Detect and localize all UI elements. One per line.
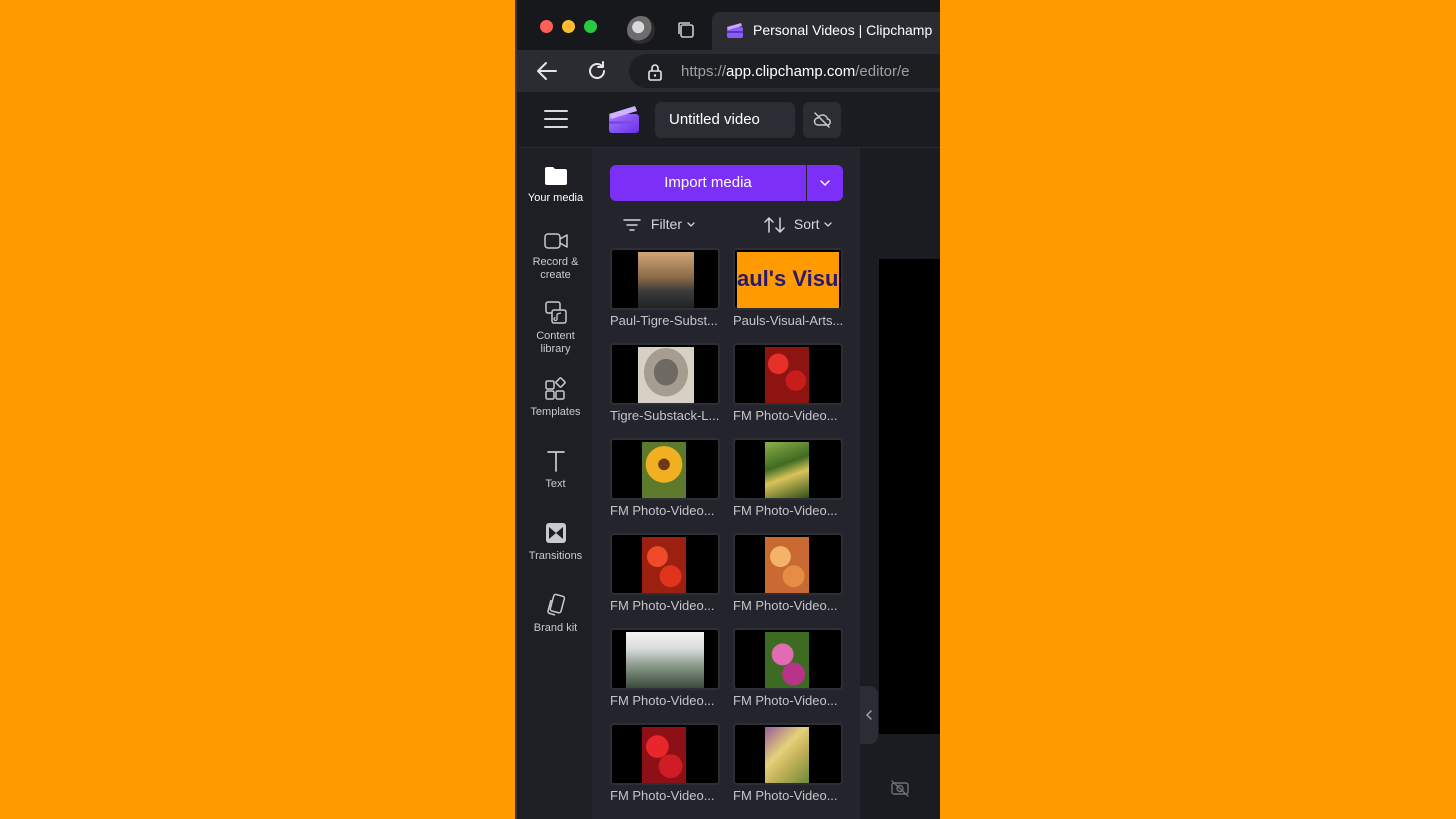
media-name: Paul-Tigre-Subst... [610, 313, 718, 328]
thumbnail-image [642, 537, 686, 593]
media-thumbnail[interactable] [610, 723, 720, 785]
media-thumbnail[interactable] [733, 628, 843, 690]
import-media-button[interactable]: Import media [610, 165, 806, 201]
media-name: FM Photo-Video... [733, 408, 838, 423]
url-field[interactable]: https://app.clipchamp.com/editor/e [629, 54, 940, 88]
nav-label: Brand kit [533, 622, 578, 634]
nav-label: Content library [536, 330, 575, 355]
media-thumbnail[interactable] [610, 248, 720, 310]
thumbnail-image [765, 632, 809, 688]
clipchamp-logo-icon [609, 106, 639, 133]
maximize-window-button[interactable] [584, 20, 597, 33]
media-thumbnail[interactable] [610, 533, 720, 595]
sort-button[interactable]: Sort [764, 212, 833, 236]
media-name: FM Photo-Video... [733, 693, 838, 708]
cloud-off-icon [813, 112, 831, 128]
video-title-field[interactable]: Untitled video [655, 102, 795, 138]
hamburger-menu-icon[interactable] [543, 108, 569, 130]
media-thumbnail[interactable] [610, 343, 720, 405]
thumbnail-image [765, 347, 809, 403]
address-bar: https://app.clipchamp.com/editor/e [517, 50, 940, 92]
nav-transitions[interactable]: Transitions [519, 520, 592, 563]
cloud-sync-button[interactable] [803, 102, 841, 138]
nav-label: Transitions [528, 550, 583, 562]
chevron-down-icon [687, 222, 695, 228]
media-panel: Import media Filter Sort Paul-Tigre-Subs… [592, 148, 860, 819]
back-arrow-icon[interactable] [535, 60, 559, 82]
media-thumbnail[interactable] [610, 438, 720, 500]
import-options-button[interactable] [807, 165, 843, 201]
media-name: FM Photo-Video... [733, 788, 838, 803]
thumbnail-text: aul's Visu [737, 266, 839, 291]
app-header: Untitled video [519, 92, 940, 148]
profile-avatar[interactable] [627, 16, 655, 44]
preview-area [860, 148, 940, 819]
nav-content-library[interactable]: Content library [519, 300, 592, 355]
minimize-window-button[interactable] [562, 20, 575, 33]
filter-label: Filter [650, 216, 683, 232]
url-text: https://app.clipchamp.com/editor/e [681, 63, 910, 80]
thumbnail-image [638, 347, 694, 403]
close-window-button[interactable] [540, 20, 553, 33]
thumbnail-image [626, 632, 704, 688]
chevron-down-icon [820, 180, 830, 187]
lock-icon[interactable] [647, 63, 663, 81]
thumbnail-image [765, 537, 809, 593]
chevron-down-icon [824, 222, 833, 228]
thumbnail-image [638, 252, 694, 308]
thumbnail-image [642, 442, 686, 498]
nav-record-create[interactable]: Record & create [519, 230, 592, 281]
nav-label: Templates [530, 406, 581, 418]
media-name: Pauls-Visual-Arts... [733, 313, 844, 328]
nav-label: Text [545, 478, 566, 490]
text-icon [546, 451, 565, 472]
media-thumbnail[interactable] [610, 628, 720, 690]
nav-text[interactable]: Text [519, 448, 592, 491]
thumbnail-image [765, 442, 809, 498]
thumbnail-image [765, 727, 809, 783]
media-name: FM Photo-Video... [610, 503, 715, 518]
video-preview-canvas[interactable] [879, 259, 940, 734]
sort-icon [764, 217, 785, 234]
media-thumbnail[interactable]: aul's Visu [733, 248, 843, 310]
tab-bar: Personal Videos | Clipchamp [517, 0, 940, 50]
media-name: Tigre-Substack-L... [610, 408, 720, 423]
media-name: FM Photo-Video... [610, 598, 715, 613]
nav-label: Your media [527, 192, 584, 204]
thumbnail-image: aul's Visu [737, 252, 839, 308]
nav-rail: Your media Record & create Content libra… [519, 148, 592, 819]
nav-brand-kit[interactable]: Brand kit [519, 592, 592, 635]
transitions-icon [545, 523, 566, 543]
camera-icon [543, 233, 568, 249]
filter-button[interactable]: Filter [623, 212, 696, 236]
media-name: FM Photo-Video... [733, 503, 838, 518]
chevron-left-icon [865, 710, 872, 720]
templates-icon [544, 377, 566, 400]
nav-your-media[interactable]: Your media [519, 164, 592, 205]
brand-kit-icon [546, 593, 565, 616]
media-name: FM Photo-Video... [733, 598, 838, 613]
nav-templates[interactable]: Templates [519, 376, 592, 419]
nav-label: Record & create [532, 256, 579, 281]
filter-icon [623, 219, 641, 232]
thumbnail-image [642, 727, 686, 783]
tab-actions-icon[interactable] [675, 19, 697, 41]
folder-icon [544, 167, 567, 185]
content-library-icon [544, 301, 567, 324]
tab-personal-videos[interactable]: Personal Videos | Clipchamp [712, 12, 940, 50]
media-thumbnail[interactable] [733, 533, 843, 595]
media-thumbnail[interactable] [733, 343, 843, 405]
reload-icon[interactable] [585, 59, 609, 83]
collapse-panel-button[interactable] [860, 686, 878, 744]
media-name: FM Photo-Video... [610, 788, 715, 803]
sort-label: Sort [793, 216, 820, 232]
camera-off-icon[interactable] [890, 779, 910, 797]
media-thumbnail[interactable] [733, 438, 843, 500]
media-thumbnail[interactable] [733, 723, 843, 785]
browser-window: Personal Videos | Clipchamp https://app.… [515, 0, 940, 819]
clipchamp-favicon-icon [727, 23, 743, 38]
tab-title: Personal Videos | Clipchamp [753, 22, 933, 38]
media-grid: Paul-Tigre-Subst... aul's Visu Pauls-Vis… [610, 248, 846, 819]
media-name: FM Photo-Video... [610, 693, 715, 708]
